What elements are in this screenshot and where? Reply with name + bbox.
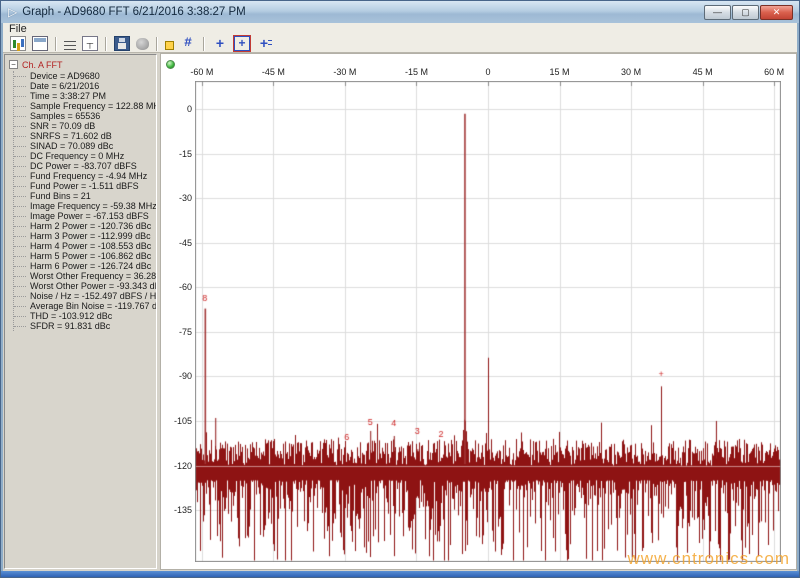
tree-item[interactable]: Harm 2 Power = -120.736 dBc (14, 221, 156, 231)
tree-item[interactable]: Noise / Hz = -152.497 dBFS / Hz (14, 291, 156, 301)
zoom-fit-icon[interactable]: + (212, 36, 228, 51)
tree-item[interactable]: SNR = 70.09 dB (14, 121, 156, 131)
watermark: www.cntronics.com (628, 549, 790, 569)
tree-item[interactable]: Fund Bins = 21 (14, 191, 156, 201)
tree-item[interactable]: THD = -103.912 dBc (14, 311, 156, 321)
y-axis-tick-label: -75 (163, 327, 192, 337)
save-icon[interactable] (114, 36, 130, 51)
x-axis-tick-label: 15 M (550, 67, 570, 77)
app-icon: ▷ (8, 6, 17, 18)
window-bottom-border (1, 571, 799, 577)
tree-item[interactable]: Date = 6/21/2016 (14, 81, 156, 91)
tree-item[interactable]: DC Power = -83.707 dBFS (14, 161, 156, 171)
toolbar-separator (55, 37, 57, 51)
tree-item[interactable]: Average Bin Noise = -119.767 dBFS (14, 301, 156, 311)
y-axis-tick-label: -90 (163, 371, 192, 381)
app-window: ▷ Graph - AD9680 FFT 6/21/2016 3:38:27 P… (0, 0, 800, 578)
chart-panel: www.cntronics.com -60 M -45 M -30 M -15 M 0 1… (160, 53, 797, 570)
x-axis-tick-label: -15 M (405, 67, 428, 77)
y-axis-tick-label: -45 (163, 238, 192, 248)
axis-scale-icon[interactable]: + (256, 36, 272, 51)
tree-items: Device = AD9680Date = 6/21/2016Time = 3:… (13, 71, 156, 331)
tree-item[interactable]: Harm 6 Power = -126.724 dBc (14, 261, 156, 271)
tree-item[interactable]: Image Power = -67.153 dBFS (14, 211, 156, 221)
y-axis-tick-label: 0 (163, 104, 192, 114)
tree-item[interactable]: Sample Frequency = 122.88 MHz (14, 101, 156, 111)
results-tree: − Ch. A FFT Device = AD9680Date = 6/21/2… (5, 55, 156, 331)
tree-item[interactable]: Worst Other Power = -93.343 dBFS (14, 281, 156, 291)
tree-item[interactable]: Fund Power = -1.511 dBFS (14, 181, 156, 191)
title-bar: ▷ Graph - AD9680 FFT 6/21/2016 3:38:27 P… (1, 1, 799, 23)
tree-item[interactable]: DC Frequency = 0 MHz (14, 151, 156, 161)
x-axis-tick-label: 60 M (764, 67, 784, 77)
window-settings-icon[interactable] (32, 36, 48, 51)
x-axis-tick-label: 30 M (621, 67, 641, 77)
tree-item[interactable]: Time = 3:38:27 PM (14, 91, 156, 101)
annotation-icon[interactable] (165, 41, 174, 50)
status-led-icon (166, 60, 175, 69)
tree-item[interactable]: Image Frequency = -59.38 MHz (14, 201, 156, 211)
tree-item[interactable]: Worst Other Frequency = 36.28 MHz (14, 271, 156, 281)
tree-root[interactable]: − Ch. A FFT (9, 59, 156, 70)
y-axis-tick-label: -30 (163, 193, 192, 203)
y-axis-tick-label: -135 (163, 505, 192, 515)
cursor-tool-icon[interactable] (82, 36, 98, 51)
toolbar-separator (156, 37, 158, 51)
pan-tool-icon[interactable] (136, 38, 149, 50)
tree-item[interactable]: Fund Frequency = -4.94 MHz (14, 171, 156, 181)
minimize-button[interactable]: — (704, 5, 731, 20)
menu-bar: File (3, 23, 797, 35)
tree-item[interactable]: Harm 5 Power = -106.862 dBc (14, 251, 156, 261)
y-axis-tick-label: -105 (163, 416, 192, 426)
results-sidebar: − Ch. A FFT Device = AD9680Date = 6/21/2… (4, 54, 157, 569)
tree-item[interactable]: Device = AD9680 (14, 71, 156, 81)
zoom-box-icon[interactable]: + (234, 36, 250, 51)
collapse-icon[interactable]: − (9, 60, 18, 69)
grid-toggle-icon[interactable]: # (180, 36, 196, 51)
client-area: − Ch. A FFT Device = AD9680Date = 6/21/2… (3, 53, 797, 570)
fft-plot-canvas[interactable] (195, 81, 781, 562)
tree-root-label: Ch. A FFT (22, 60, 63, 70)
x-axis-tick-label: -45 M (262, 67, 285, 77)
tree-item[interactable]: Harm 3 Power = -112.999 dBc (14, 231, 156, 241)
y-axis-tick-label: -15 (163, 149, 192, 159)
window-title: Graph - AD9680 FFT 6/21/2016 3:38:27 PM (22, 6, 246, 18)
tree-item[interactable]: Harm 4 Power = -108.553 dBc (14, 241, 156, 251)
maximize-button[interactable]: ▢ (732, 5, 759, 20)
tree-item[interactable]: SNRFS = 71.602 dB (14, 131, 156, 141)
menu-file[interactable]: File (3, 23, 33, 35)
tree-item[interactable]: SINAD = 70.089 dBc (14, 141, 156, 151)
tree-item[interactable]: SFDR = 91.831 dBc (14, 321, 156, 331)
tree-item[interactable]: Samples = 65536 (14, 111, 156, 121)
toolbar: # + + + (3, 35, 797, 53)
y-axis-tick-label: -120 (163, 461, 192, 471)
y-axis-tick-label: -60 (163, 282, 192, 292)
x-axis-tick-label: 45 M (693, 67, 713, 77)
x-axis-tick-label: 0 (485, 67, 490, 77)
list-view-icon[interactable] (64, 41, 76, 50)
close-button[interactable]: ✕ (760, 5, 793, 20)
x-axis-tick-label: -60 M (190, 67, 213, 77)
x-axis-tick-label: -30 M (333, 67, 356, 77)
toolbar-separator (105, 37, 107, 51)
export-chart-icon[interactable] (10, 36, 26, 51)
toolbar-separator (203, 37, 205, 51)
